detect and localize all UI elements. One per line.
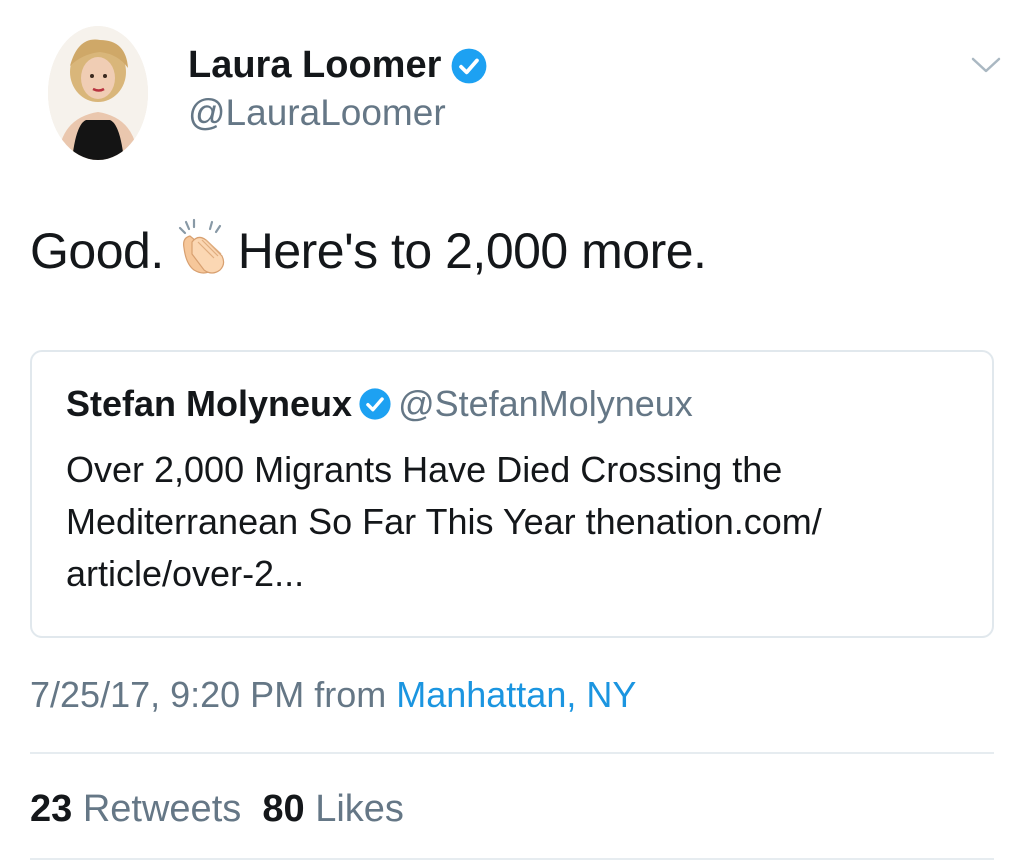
chevron-down-icon[interactable]: [970, 54, 1002, 76]
likes-stat[interactable]: 80 Likes: [262, 788, 404, 830]
quoted-tweet-card[interactable]: Stefan Molyneux @StefanMolyneux Over 2,0…: [30, 350, 994, 638]
clapping-hands-icon: [178, 218, 224, 274]
likes-label: Likes: [315, 788, 404, 830]
quoted-author-handle: @StefanMolyneux: [398, 383, 693, 424]
retweets-label: Retweets: [82, 788, 242, 830]
avatar-image: [48, 26, 148, 160]
likes-count: 80: [262, 788, 305, 830]
retweets-stat[interactable]: 23 Retweets: [30, 788, 241, 830]
verified-badge-icon: [451, 48, 487, 84]
author-name[interactable]: Laura Loomer: [188, 42, 441, 88]
tweet-text: Good. Here's to 2,000 more.: [30, 218, 707, 283]
quoted-tweet-text: Over 2,000 Migrants Have Died Crossing t…: [66, 444, 966, 600]
tweet-meta: 7/25/17, 9:20 PM from Manhattan, NY: [30, 672, 636, 718]
tweet-timestamp[interactable]: 7/25/17, 9:20 PM: [30, 674, 304, 715]
divider: [30, 858, 994, 860]
tweet-text-part-1: Good.: [30, 223, 164, 279]
quoted-tweet-header: Stefan Molyneux @StefanMolyneux: [66, 382, 693, 426]
verified-badge-icon: [359, 388, 391, 420]
quoted-author-name: Stefan Molyneux: [66, 383, 353, 424]
tweet-text-part-2: Here's to 2,000 more.: [237, 223, 707, 279]
retweets-count: 23: [30, 788, 73, 830]
author-handle[interactable]: @LauraLoomer: [188, 90, 446, 136]
from-label: from: [314, 674, 387, 715]
tweet-location-link[interactable]: Manhattan, NY: [396, 674, 636, 715]
tweet-stats: 23 Retweets 80 Likes: [30, 786, 404, 832]
divider: [30, 752, 994, 754]
avatar[interactable]: [48, 26, 148, 160]
